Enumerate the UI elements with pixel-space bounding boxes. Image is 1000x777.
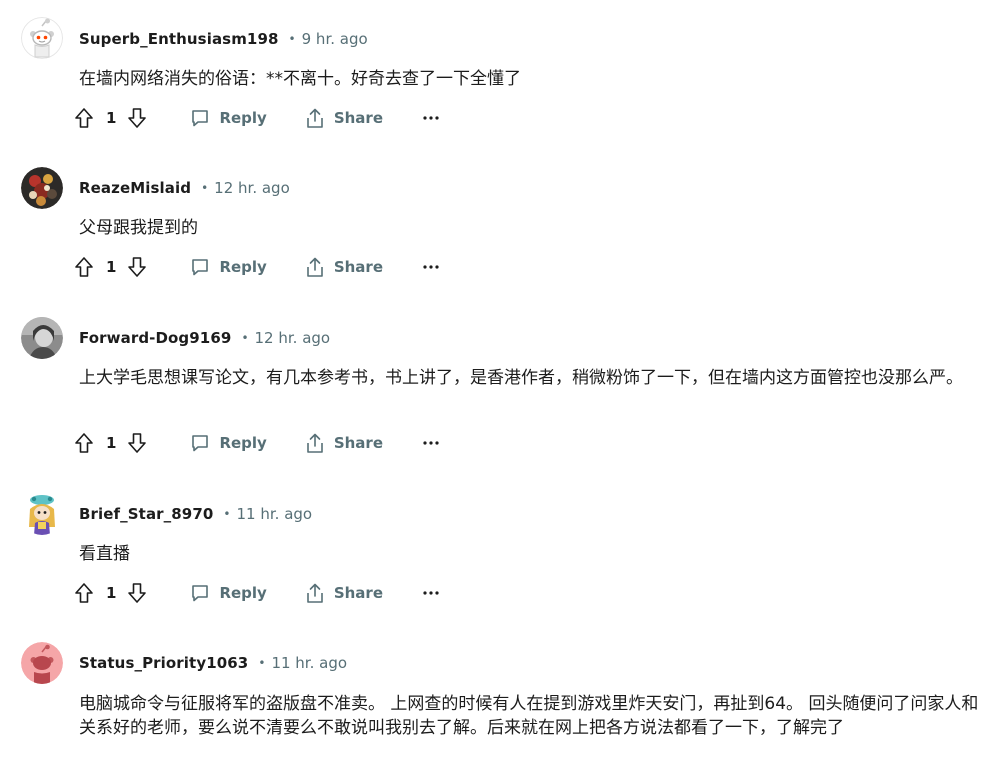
separator-dot: •	[201, 181, 209, 195]
snoo-avatar-icon	[21, 642, 63, 684]
comment-body: 父母跟我提到的	[79, 218, 198, 238]
share-icon	[304, 256, 326, 278]
username[interactable]: Forward-Dog9169	[79, 329, 231, 347]
avatar[interactable]	[21, 17, 63, 59]
comment-meta: Superb_Enthusiasm198 • 9 hr. ago	[79, 28, 368, 50]
more-options-button[interactable]	[421, 108, 441, 128]
ellipsis-icon	[423, 441, 439, 445]
share-icon	[304, 582, 326, 604]
comment-body: 在墙内网络消失的俗语：**不离十。好奇去查了一下全懂了	[79, 69, 521, 89]
upvote-arrow-icon	[75, 433, 93, 453]
reply-label: Reply	[219, 584, 267, 602]
timestamp[interactable]: 12 hr. ago	[255, 329, 331, 347]
share-button[interactable]: Share	[304, 256, 383, 278]
downvote-button[interactable]	[125, 255, 149, 279]
username[interactable]: Superb_Enthusiasm198	[79, 30, 279, 48]
reply-button[interactable]: Reply	[189, 582, 267, 604]
comment-body: 上大学毛思想课写论文，有几本参考书，书上讲了，是香港作者，稍微粉饰了一下，但在墙…	[79, 368, 963, 388]
comment-meta: Brief_Star_8970 • 11 hr. ago	[79, 503, 312, 525]
upvote-button[interactable]	[72, 255, 96, 279]
share-label: Share	[333, 584, 384, 602]
vote-score: 1	[106, 584, 117, 602]
upvote-button[interactable]	[72, 581, 96, 605]
more-options-button[interactable]	[421, 257, 441, 277]
share-icon	[304, 432, 326, 454]
reply-button[interactable]: Reply	[189, 256, 267, 278]
user-photo-icon	[21, 317, 63, 359]
comment-bubble-icon	[189, 256, 211, 278]
upvote-button[interactable]	[72, 431, 96, 455]
share-icon	[304, 107, 326, 129]
reply-label: Reply	[219, 434, 267, 452]
custom-snoo-avatar-icon	[21, 493, 63, 535]
upvote-arrow-icon	[75, 583, 93, 603]
share-button[interactable]: Share	[304, 432, 383, 454]
avatar[interactable]	[21, 167, 63, 209]
vote-score: 1	[106, 434, 117, 452]
share-label: Share	[333, 258, 384, 276]
timestamp[interactable]: 11 hr. ago	[237, 505, 313, 523]
avatar[interactable]	[21, 493, 63, 535]
comment-actions: 1 Reply Share	[72, 577, 441, 609]
downvote-button[interactable]	[125, 431, 149, 455]
avatar[interactable]	[21, 642, 63, 684]
comment-bubble-icon	[189, 432, 211, 454]
downvote-arrow-icon	[128, 433, 147, 453]
downvote-button[interactable]	[125, 106, 149, 130]
vote-score: 1	[106, 109, 117, 127]
snoo-avatar-icon	[21, 17, 63, 59]
reply-button[interactable]: Reply	[189, 107, 267, 129]
comment-actions: 1 Reply Share	[72, 102, 441, 134]
comment-meta: Forward-Dog9169 • 12 hr. ago	[79, 327, 330, 349]
downvote-arrow-icon	[128, 108, 147, 128]
upvote-arrow-icon	[75, 257, 93, 277]
username[interactable]: Brief_Star_8970	[79, 505, 213, 523]
reply-label: Reply	[219, 109, 267, 127]
comment-actions: 1 Reply Share	[72, 251, 441, 283]
comment-body: 电脑城命令与征服将军的盗版盘不准卖。 上网查的时候有人在提到游戏里炸天安门，再扯…	[79, 694, 979, 738]
comment-meta: ReazeMislaid • 12 hr. ago	[79, 177, 290, 199]
ellipsis-icon	[423, 591, 439, 595]
reply-label: Reply	[219, 258, 267, 276]
downvote-button[interactable]	[125, 581, 149, 605]
separator-dot: •	[223, 507, 231, 521]
separator-dot: •	[288, 32, 296, 46]
user-photo-icon	[21, 167, 63, 209]
downvote-arrow-icon	[128, 583, 147, 603]
comment-bubble-icon	[189, 107, 211, 129]
upvote-button[interactable]	[72, 106, 96, 130]
timestamp[interactable]: 9 hr. ago	[302, 30, 368, 48]
more-options-button[interactable]	[421, 583, 441, 603]
timestamp[interactable]: 12 hr. ago	[214, 179, 290, 197]
share-button[interactable]: Share	[304, 107, 383, 129]
comment-bubble-icon	[189, 582, 211, 604]
timestamp[interactable]: 11 hr. ago	[271, 654, 347, 672]
upvote-arrow-icon	[75, 108, 93, 128]
reply-button[interactable]: Reply	[189, 432, 267, 454]
vote-score: 1	[106, 258, 117, 276]
comment-body: 看直播	[79, 544, 130, 564]
comment-meta: Status_Priority1063 • 11 hr. ago	[79, 652, 347, 674]
more-options-button[interactable]	[421, 433, 441, 453]
separator-dot: •	[241, 331, 249, 345]
avatar[interactable]	[21, 317, 63, 359]
username[interactable]: Status_Priority1063	[79, 654, 248, 672]
comment-actions: 1 Reply Share	[72, 427, 441, 459]
separator-dot: •	[258, 656, 266, 670]
share-label: Share	[333, 109, 384, 127]
downvote-arrow-icon	[128, 257, 147, 277]
share-label: Share	[333, 434, 384, 452]
share-button[interactable]: Share	[304, 582, 383, 604]
username[interactable]: ReazeMislaid	[79, 179, 191, 197]
ellipsis-icon	[423, 265, 439, 269]
ellipsis-icon	[423, 116, 439, 120]
